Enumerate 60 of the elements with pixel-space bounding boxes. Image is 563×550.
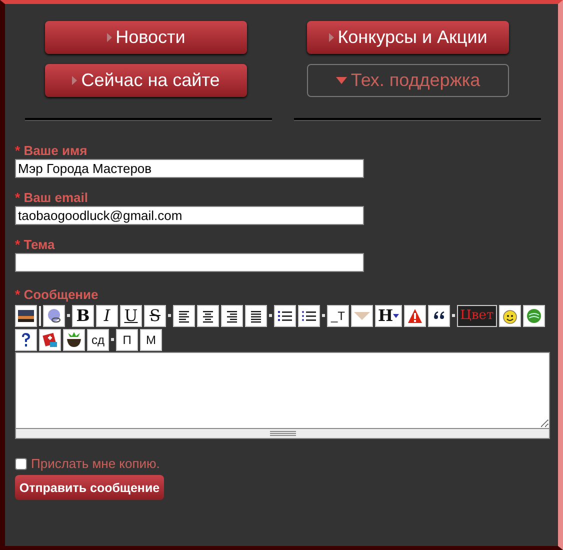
toolbar-button[interactable]	[404, 304, 426, 326]
globe-link-icon	[46, 308, 62, 324]
toolbar-button[interactable]	[245, 304, 267, 326]
grip-icon	[270, 431, 296, 436]
checkbox[interactable]	[15, 458, 27, 470]
caret-right-icon	[328, 33, 334, 42]
toolbar-button[interactable]	[197, 304, 219, 326]
gift-icon	[42, 332, 58, 348]
toolbar-separator	[269, 314, 272, 317]
toolbar-separator	[322, 314, 325, 317]
toolbar-button[interactable]: S	[144, 304, 166, 326]
toolbar-button[interactable]	[428, 304, 450, 326]
toolbar-separator	[39, 306, 41, 326]
toolbar-button[interactable]	[39, 328, 61, 350]
toolbar-button[interactable]	[498, 304, 521, 326]
input-field[interactable]: taobaogoodluck@gmail.com	[15, 206, 364, 225]
toolbar-button[interactable]	[274, 304, 296, 326]
toolbar-button[interactable]	[15, 304, 37, 326]
toolbar-button[interactable]	[298, 304, 320, 326]
caret-right-icon	[72, 76, 78, 85]
caret-down-icon	[393, 314, 400, 318]
toolbar-separator	[67, 314, 70, 317]
toolbar-button[interactable]	[351, 304, 373, 326]
plant-bowl-icon	[66, 332, 82, 348]
field-label: * Сообщение	[15, 287, 100, 303]
smiley-icon	[502, 308, 518, 324]
nav-button[interactable]: Конкурсы и Акции	[307, 21, 509, 54]
striped-ball-icon	[526, 308, 542, 324]
input-field[interactable]	[15, 253, 364, 272]
warning-icon	[407, 308, 424, 324]
toolbar-separator	[111, 338, 114, 341]
toolbar-button[interactable]	[15, 328, 37, 350]
field-label: * Ваше имя	[15, 143, 88, 159]
toolbar-button[interactable]: U	[120, 304, 142, 326]
toolbar-button[interactable]	[221, 304, 243, 326]
toolbar-button[interactable]: B	[72, 304, 94, 326]
checkbox-label: Прислать мне копию.	[31, 456, 160, 471]
toolbar-button[interactable]	[43, 304, 65, 326]
toolbar-button[interactable]: сд	[87, 328, 109, 350]
message-field[interactable]	[15, 352, 550, 429]
toolbar-button[interactable]: I	[96, 304, 118, 326]
toolbar-button[interactable]: М	[140, 328, 162, 350]
toolbar-button[interactable]	[173, 304, 195, 326]
landscape-icon	[18, 308, 34, 324]
resize-grip[interactable]	[15, 429, 550, 439]
toolbar-separator	[168, 314, 171, 317]
caret-right-icon	[106, 33, 112, 42]
toolbar-separator	[452, 314, 456, 317]
nav-button[interactable]: Новости	[45, 21, 247, 54]
field-label: * Ваш email	[15, 190, 89, 206]
toolbar-button[interactable]	[522, 304, 545, 326]
nav-button[interactable]: Сейчас на сайте	[45, 64, 247, 97]
toolbar-button[interactable]: _T	[327, 304, 349, 326]
toolbar-button[interactable]	[63, 328, 85, 350]
field-label: * Тема	[15, 237, 56, 253]
submit-button[interactable]: Отправить сообщение	[15, 475, 164, 500]
input-field[interactable]: Мэр Города Мастеров	[15, 159, 364, 178]
toolbar-button[interactable]: П	[116, 328, 138, 350]
caret-down-icon	[336, 77, 347, 84]
toolbar-button[interactable]: H	[375, 304, 402, 326]
